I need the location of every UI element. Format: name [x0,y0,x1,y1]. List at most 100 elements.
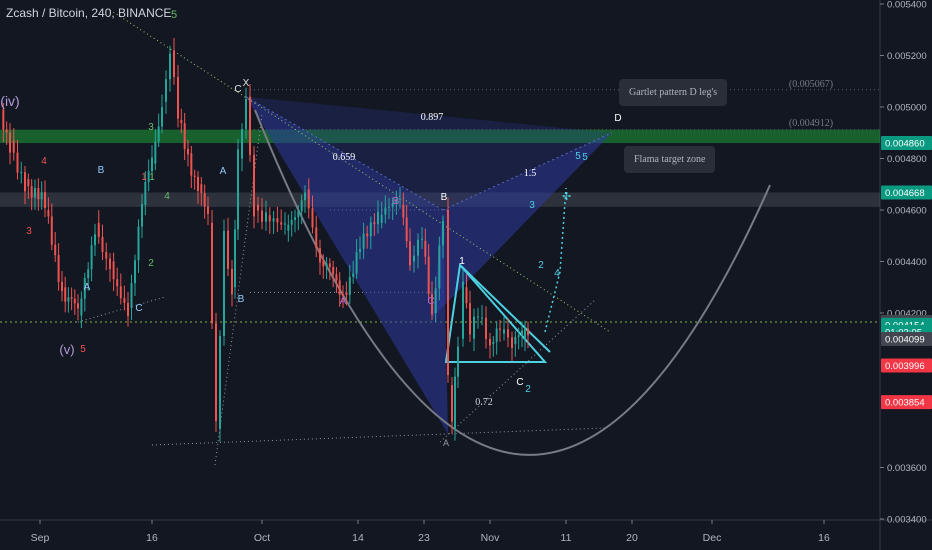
candle-body [413,255,415,262]
y-tick-label: 0.004600 [887,206,927,217]
x-tick-label: Oct [254,532,270,544]
candle-body [424,240,427,257]
candle-body [465,287,468,304]
candle-body [328,263,331,267]
candle-body [276,218,279,223]
candle-body [169,53,171,80]
candle-body [345,292,348,296]
candle-body [348,276,351,296]
candle-body [144,182,147,205]
candle-body [507,329,509,338]
candle-body [304,192,306,201]
wave-label: 2 [525,384,531,395]
candle-body [290,219,293,225]
x-tick-label: Dec [703,532,722,544]
candle-body [241,129,243,159]
candle-body [451,385,453,422]
candle-body [231,268,233,295]
candle-body [151,157,153,172]
candle-body [40,192,43,200]
candle-body [377,212,379,225]
candle-body [297,211,300,218]
candle-body [80,298,83,316]
fib-label: 0.72 [475,397,493,408]
candle-body [227,230,229,269]
candle-body [141,203,143,227]
price-tag-label: 0.003854 [885,398,925,409]
candle-body [30,186,33,198]
candle-body [322,261,325,267]
candle-body [265,212,267,222]
candle-body [203,193,206,207]
candle-body [207,206,209,214]
wave-label: B [98,165,105,176]
price-chart[interactable]: ✢ 0.005400 0.005200 0.005000 0.004800 0.00460… [0,0,932,550]
wave-label: 3 [148,122,154,133]
candle-body [325,263,328,267]
candle-body [137,226,140,261]
y-tick-label: 0.005200 [887,51,927,62]
candle-body [438,245,441,289]
wave-label: A [84,282,91,293]
candle-body [338,280,341,295]
candle-body [284,223,286,225]
candle-body [427,256,430,295]
candle-body [469,303,471,335]
projection-path [544,187,567,333]
candle-body [300,200,303,212]
wave-label: D [614,113,621,124]
candle-body [197,176,199,191]
candle-body [94,234,96,246]
wave-label: 2 [148,258,154,269]
candle-body [16,152,19,173]
candle-body [161,107,163,127]
candle-body [409,241,411,266]
candle-body [388,207,390,209]
y-tick-label: 0.005400 [887,0,927,11]
candle-body [257,204,259,211]
candle-body [517,335,520,337]
candle-body [70,297,73,299]
candle-body [369,222,372,237]
candle-body [173,50,175,77]
candle-body [335,274,338,281]
candle-body [405,217,408,242]
price-tag-label: 0.003996 [885,361,925,372]
candle-body [421,238,423,240]
candle-body [315,227,318,249]
wave-label: 3 [529,200,535,211]
candle-body [462,281,464,339]
candle-body [362,233,365,249]
candle-body [27,179,30,187]
candle-body [34,187,36,198]
lower-trendline [77,296,166,323]
candle-body [307,189,310,209]
candle-body [272,218,275,222]
candle-body [180,119,183,124]
candle-body [434,288,437,313]
candle-body [200,184,203,194]
wave-label: 5 [575,151,581,162]
candle-body [237,149,239,230]
y-tick-label: 0.003400 [887,515,927,526]
candle-body [165,79,167,102]
candle-body [473,316,475,339]
x-tick-label: 16 [818,532,830,544]
price-tag-label: 0.004668 [885,188,925,199]
candle-body [499,328,501,330]
candle-body [402,204,405,218]
wave-label: A [220,166,227,177]
candle-body [183,123,186,149]
candle-body [123,298,126,303]
candle-body [61,281,63,292]
candle-body [280,222,283,225]
candle-body [5,129,8,133]
correction-label: B [393,196,400,207]
candle-body [249,96,251,155]
candle-body [447,210,449,376]
wave-label: 4 [554,268,560,279]
candle-body [73,298,76,304]
wave-label: A [443,438,449,448]
candle-body [90,245,93,270]
candle-body [101,236,104,252]
